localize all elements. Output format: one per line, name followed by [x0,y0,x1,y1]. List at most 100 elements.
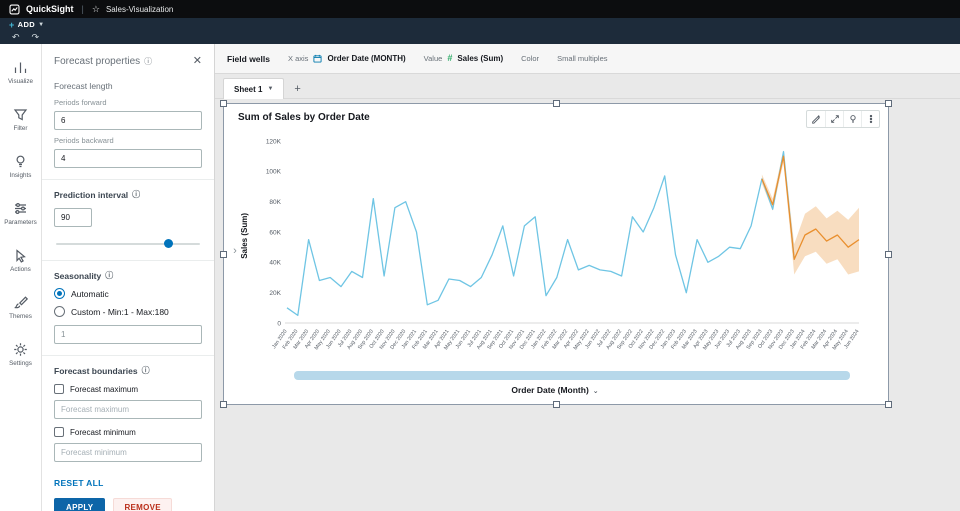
redo-button[interactable]: ↷ [32,33,40,42]
reset-all-button[interactable]: RESET ALL [54,478,104,488]
checkbox-icon [54,384,64,394]
lightbulb-icon [13,154,28,169]
cursor-icon [13,248,28,263]
divider [42,179,214,180]
selection-handle[interactable] [220,100,227,107]
svg-text:20K: 20K [269,290,281,297]
rail-item-visualize[interactable]: Visualize [0,56,41,103]
forecast-maximum-checkbox[interactable]: Forecast maximum [54,384,202,394]
svg-text:0: 0 [277,320,281,327]
field-wells-bar[interactable]: Field wells X axis Order Date (MONTH) Va… [215,44,960,74]
periods-backward-label: Periods backward [54,136,202,145]
forecast-minimum-input[interactable] [54,443,202,462]
edit-pencil-icon[interactable] [807,111,825,127]
rail-item-actions[interactable]: Actions [0,244,41,291]
maximize-icon[interactable] [825,111,843,127]
rail-item-filter[interactable]: Filter [0,103,41,150]
add-sheet-button[interactable]: + [294,84,300,95]
prediction-interval-heading: Prediction interval ⓘ [54,189,202,200]
divider [42,260,214,261]
selection-handle[interactable] [220,251,227,258]
periods-backward-input[interactable] [54,149,202,168]
tab-sheet-1[interactable]: Sheet 1 ▼ [223,78,284,99]
sliders-icon [13,201,28,216]
edit-toolbar: + ADD ▼ ↶ ↷ [0,18,960,44]
info-icon[interactable]: ⓘ [105,270,113,281]
insights-bulb-icon[interactable] [843,111,861,127]
funnel-icon [13,107,28,122]
slider-track[interactable] [56,243,200,245]
add-button[interactable]: + ADD ▼ [9,20,44,30]
info-icon[interactable]: ⓘ [142,365,150,376]
remove-button[interactable]: REMOVE [113,498,171,511]
forecast-maximum-input[interactable] [54,400,202,419]
chart-title: Sum of Sales by Order Date [238,112,880,123]
calendar-icon [313,54,322,63]
svg-text:80K: 80K [269,199,281,206]
chevron-down-icon[interactable]: ⌄ [593,388,599,395]
color-well[interactable]: Color [521,54,539,63]
seasonality-custom-radio[interactable]: Custom - Min:1 - Max:180 [54,306,202,317]
small-multiples-well[interactable]: Small multiples [557,54,607,63]
sales-line-chart[interactable]: 020K40K60K80K100K120KJan 2020Feb 2020Mar… [249,131,869,371]
chevron-down-icon: ▼ [38,22,44,28]
plus-icon: + [9,20,15,30]
app-name[interactable]: QuickSight [26,4,74,14]
forecast-boundaries-heading: Forecast boundaries ⓘ [54,365,202,376]
field-wells-title: Field wells [227,54,270,64]
selection-handle[interactable] [220,401,227,408]
x-axis-well[interactable]: X axis Order Date (MONTH) [288,54,406,63]
selection-handle[interactable] [885,251,892,258]
menu-kebab-icon[interactable] [861,111,879,127]
quicksight-logo-icon[interactable] [9,4,20,15]
selection-handle[interactable] [885,401,892,408]
axis-collapse-chevron-icon[interactable]: › [230,131,240,371]
analysis-name: Sales-Visualization [106,5,173,14]
topbar-divider: | [82,4,84,14]
value-field[interactable]: Sales (Sum) [457,54,503,63]
selection-handle[interactable] [553,401,560,408]
visual-mini-toolbar [806,110,880,128]
close-icon[interactable]: ✕ [193,56,202,67]
rail-item-parameters[interactable]: Parameters [0,197,41,244]
quicksight-app: QuickSight | ☆ Sales-Visualization + ADD… [0,0,960,511]
rail-item-settings[interactable]: Settings [0,338,41,385]
date-range-scrollbar[interactable] [294,371,850,380]
divider [42,355,214,356]
line-chart-visual[interactable]: Sum of Sales by Order Date [223,103,889,405]
rail-item-themes[interactable]: Themes [0,291,41,338]
value-well[interactable]: Value # Sales (Sum) [424,54,503,63]
prediction-interval-slider[interactable] [56,239,200,249]
seasonality-automatic-radio[interactable]: Automatic [54,288,202,299]
forecast-length-heading: Forecast length [54,81,202,91]
toolbar-row-history: ↶ ↷ [0,31,960,44]
selection-handle[interactable] [553,100,560,107]
favorite-star-icon[interactable]: ☆ [92,5,100,14]
svg-text:40K: 40K [269,260,281,267]
svg-text:60K: 60K [269,229,281,236]
rail-item-insights[interactable]: Insights [0,150,41,197]
radio-icon [54,288,65,299]
radio-icon [54,306,65,317]
top-app-bar: QuickSight | ☆ Sales-Visualization [0,0,960,18]
chart-card: Sum of Sales by Order Date [224,104,888,404]
numeric-field-icon: # [447,54,452,63]
forecast-properties-panel: Forecast properties ⓘ ✕ Forecast length … [42,44,215,511]
x-axis-field[interactable]: Order Date (MONTH) [327,54,405,63]
apply-button[interactable]: APPLY [54,498,105,511]
prediction-interval-slider-thumb[interactable] [164,239,173,248]
paintbrush-icon [13,295,28,310]
seasonality-custom-input[interactable] [54,325,202,344]
periods-forward-input[interactable] [54,111,202,130]
svg-text:120K: 120K [266,138,282,145]
chevron-down-icon[interactable]: ▼ [267,86,273,92]
forecast-minimum-checkbox[interactable]: Forecast minimum [54,427,202,437]
panel-title: Forecast properties [54,56,140,67]
info-icon[interactable]: ⓘ [132,189,140,200]
prediction-interval-input[interactable] [54,208,92,227]
undo-button[interactable]: ↶ [12,33,20,42]
info-icon[interactable]: ⓘ [144,56,152,67]
selection-handle[interactable] [885,100,892,107]
bar-chart-icon [13,60,28,75]
y-axis-title: Sales (Sum) [240,213,249,259]
